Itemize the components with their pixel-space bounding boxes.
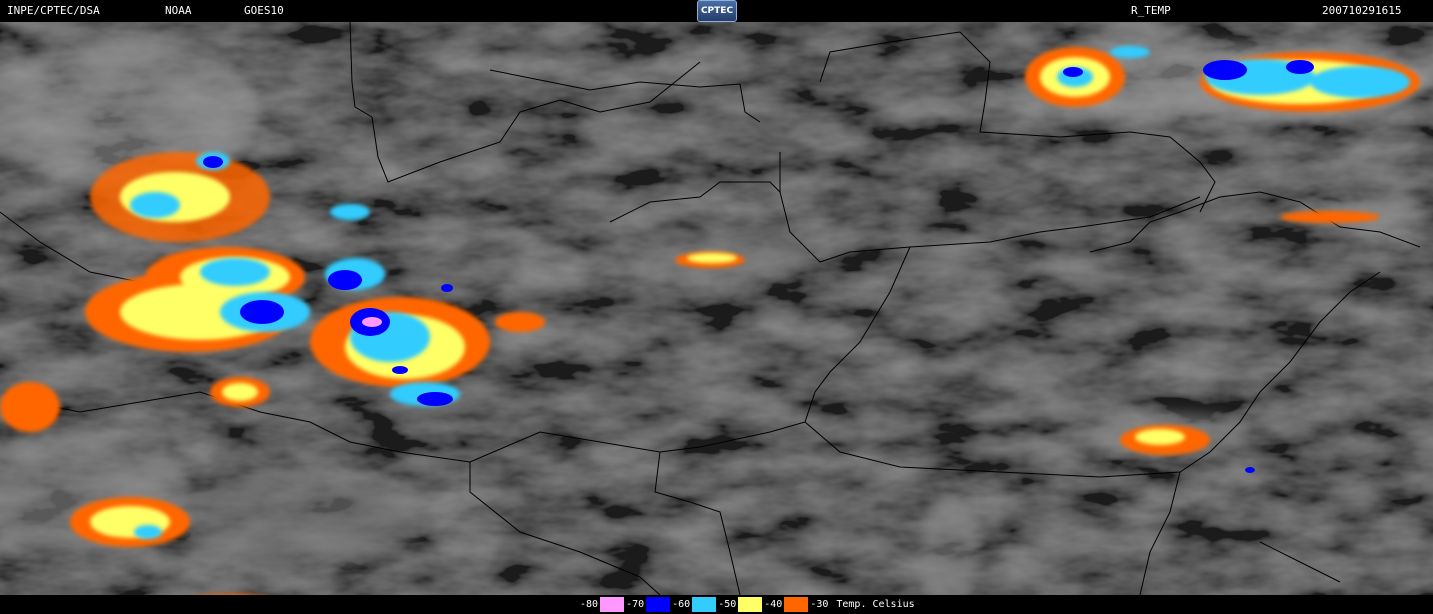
- legend-label: -40: [762, 597, 785, 612]
- legend-unit: Temp. Celsius: [836, 599, 915, 610]
- timestamp-label: 200710291615: [1322, 4, 1402, 17]
- legend-label: -60: [670, 597, 693, 612]
- legend-label: -30: [808, 597, 831, 612]
- agency-label: NOAA: [165, 4, 192, 17]
- satellite-label: GOES10: [244, 4, 284, 17]
- legend-swatch: [692, 597, 717, 612]
- legend-label: -80: [578, 597, 601, 612]
- legend-label: -70: [624, 597, 647, 612]
- legend-swatch: [784, 597, 809, 612]
- satellite-image: [0, 22, 1433, 595]
- header-bar: INPE/CPTEC/DSA NOAA GOES10 CPTEC R_TEMP …: [0, 0, 1433, 22]
- source-label: INPE/CPTEC/DSA: [7, 4, 100, 17]
- cptec-logo: CPTEC: [697, 0, 737, 22]
- legend-swatch: [738, 597, 763, 612]
- legend-swatch: [600, 597, 625, 612]
- legend-label: -50: [716, 597, 739, 612]
- legend-swatch: [646, 597, 671, 612]
- temperature-legend: -80 -70 -60 -50 -40 -30 Temp. Celsius: [578, 597, 915, 612]
- product-label: R_TEMP: [1131, 4, 1171, 17]
